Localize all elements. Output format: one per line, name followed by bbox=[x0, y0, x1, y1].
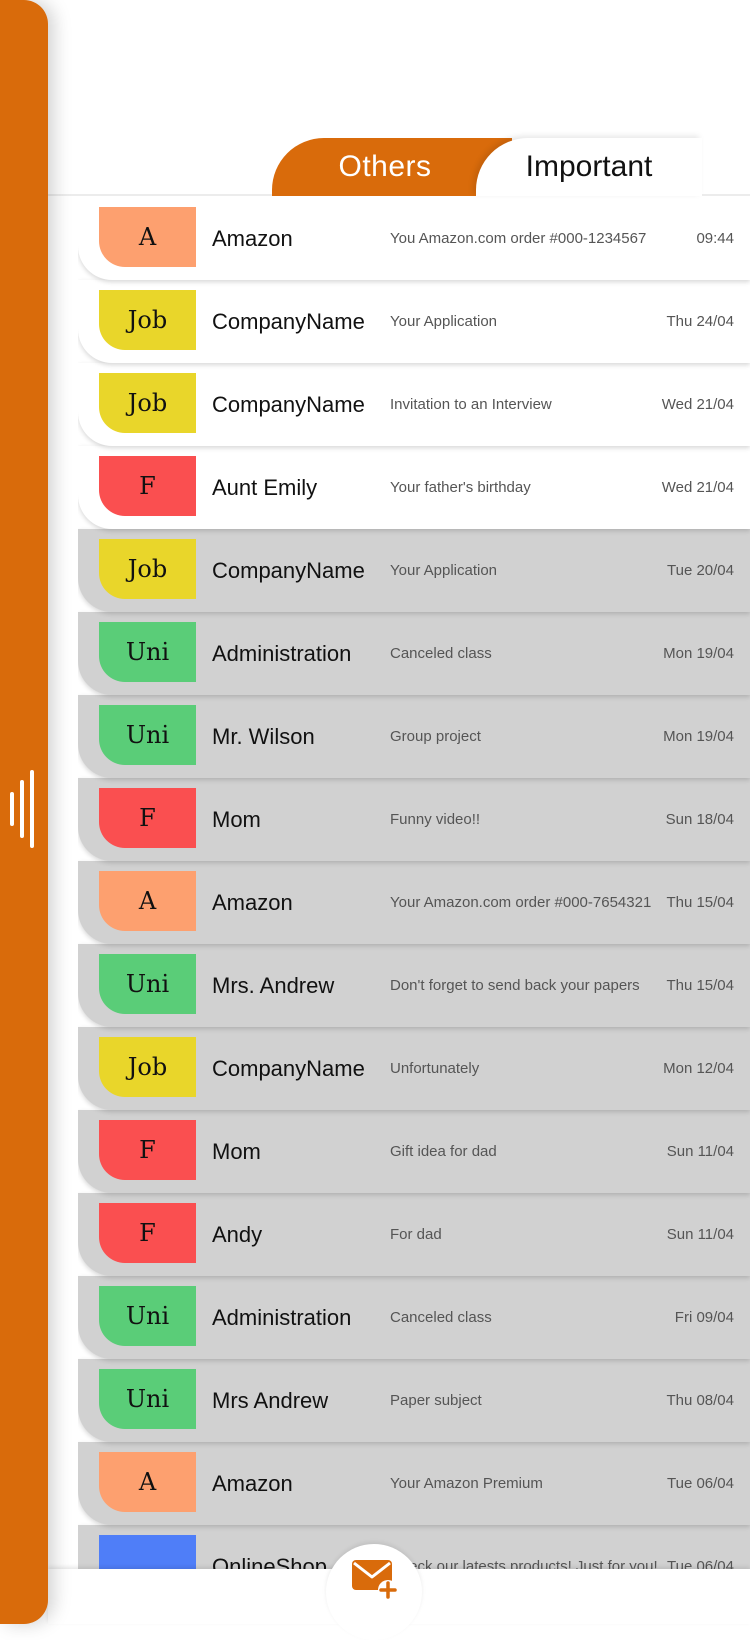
email-sender: CompanyName bbox=[212, 391, 365, 417]
email-row[interactable]: Job CompanyName Your Application Thu 24/04 bbox=[78, 280, 750, 363]
email-row[interactable]: OnlineShop Check our latests products! Ju… bbox=[78, 1525, 750, 1569]
email-date: Tue 20/04 bbox=[667, 562, 734, 579]
email-row[interactable]: Job CompanyName Your Application Tue 20/04 bbox=[78, 529, 750, 612]
email-sender: Mrs Andrew bbox=[212, 1387, 329, 1413]
email-subject: You Amazon.com order #000-1234567 bbox=[390, 230, 647, 247]
email-date: Sun 11/04 bbox=[666, 1226, 734, 1243]
email-row[interactable]: A Amazon Your Amazon Premium Tue 06/04 bbox=[78, 1442, 750, 1525]
email-row[interactable]: Uni Mr. Wilson Group project Mon 19/04 bbox=[78, 695, 750, 778]
email-date: Wed 21/04 bbox=[661, 479, 734, 496]
sidebar[interactable] bbox=[0, 0, 48, 1624]
email-sender: Mr. Wilson bbox=[212, 723, 315, 749]
email-date: Sun 18/04 bbox=[665, 811, 734, 828]
email-subject: Group project bbox=[390, 728, 481, 745]
category-badge: F bbox=[99, 788, 196, 848]
email-date: Thu 24/04 bbox=[666, 313, 734, 330]
category-badge: A bbox=[99, 207, 196, 267]
category-badge: Job bbox=[99, 290, 196, 350]
tab-important[interactable]: Important bbox=[476, 138, 702, 196]
category-badge bbox=[99, 1535, 196, 1569]
email-sender: CompanyName bbox=[212, 308, 365, 334]
category-badge: Uni bbox=[99, 705, 196, 765]
category-badge: A bbox=[99, 1452, 196, 1512]
email-sender: CompanyName bbox=[212, 1055, 365, 1081]
category-badge: Job bbox=[99, 539, 196, 599]
email-subject: Canceled class bbox=[390, 645, 492, 662]
category-badge: F bbox=[99, 1203, 196, 1263]
email-row[interactable]: Job CompanyName Invitation to an Interview… bbox=[78, 363, 750, 446]
email-subject: Paper subject bbox=[390, 1392, 482, 1409]
email-date: Tue 06/04 bbox=[667, 1475, 734, 1492]
email-sender: CompanyName bbox=[212, 557, 365, 583]
email-sender: Mrs. Andrew bbox=[212, 972, 335, 998]
email-row[interactable]: Job CompanyName Unfortunately Mon 12/04 bbox=[78, 1027, 750, 1110]
email-date: Thu 08/04 bbox=[666, 1392, 734, 1409]
email-date: Mon 19/04 bbox=[663, 645, 734, 662]
email-date: Sun 11/04 bbox=[666, 1143, 734, 1160]
email-date: Thu 15/04 bbox=[666, 894, 734, 911]
email-sender: Amazon bbox=[212, 889, 293, 915]
email-subject: Gift idea for dad bbox=[390, 1143, 497, 1160]
email-row[interactable]: Uni Administration Canceled class Fri 09/04 bbox=[78, 1276, 750, 1359]
email-subject: Your Application bbox=[390, 313, 498, 330]
email-subject: For dad bbox=[390, 1226, 442, 1243]
email-row[interactable]: A Amazon You Amazon.com order #000-1234567… bbox=[78, 197, 750, 280]
email-subject: Your Amazon.com order #000-7654321 bbox=[390, 894, 652, 911]
email-list[interactable]: A Amazon You Amazon.com order #000-1234567… bbox=[78, 197, 750, 1569]
email-sender: Amazon bbox=[212, 1470, 293, 1496]
email-row[interactable]: Uni Administration Canceled class Mon 19/04 bbox=[78, 612, 750, 695]
mailbox-tabs: Others Important bbox=[272, 138, 702, 196]
email-sender: Mom bbox=[212, 1138, 261, 1164]
email-row[interactable]: F Andy For dad Sun 11/04 bbox=[78, 1193, 750, 1276]
email-date: 09:44 bbox=[696, 230, 734, 247]
category-badge: F bbox=[99, 456, 196, 516]
email-subject: Check our latests products! Just for you… bbox=[390, 1558, 658, 1569]
email-row[interactable]: F Mom Funny video!! Sun 18/04 bbox=[78, 778, 750, 861]
handle-bars-icon[interactable] bbox=[10, 770, 40, 848]
category-badge: Uni bbox=[99, 954, 196, 1014]
email-row[interactable]: A Amazon Your Amazon.com order #000-765432… bbox=[78, 861, 750, 944]
category-badge: Uni bbox=[99, 1369, 196, 1429]
category-badge: Job bbox=[99, 373, 196, 433]
email-sender: Mom bbox=[212, 806, 261, 832]
email-subject: Canceled class bbox=[390, 1309, 492, 1326]
email-date: Fri 09/04 bbox=[674, 1309, 734, 1326]
email-row[interactable]: F Mom Gift idea for dad Sun 11/04 bbox=[78, 1110, 750, 1193]
category-badge: A bbox=[99, 871, 196, 931]
category-badge: Uni bbox=[99, 622, 196, 682]
email-date: Wed 21/04 bbox=[661, 396, 734, 413]
email-sender: Administration bbox=[212, 640, 352, 666]
email-row[interactable]: Uni Mrs Andrew Paper subject Thu 08/04 bbox=[78, 1359, 750, 1442]
email-subject: Your father's birthday bbox=[390, 479, 531, 496]
email-date: Tue 06/04 bbox=[667, 1558, 734, 1569]
email-row[interactable]: Uni Mrs. Andrew Don't forget to send back … bbox=[78, 944, 750, 1027]
email-subject: Unfortunately bbox=[390, 1060, 480, 1077]
category-badge: Job bbox=[99, 1037, 196, 1097]
email-date: Thu 15/04 bbox=[666, 977, 734, 994]
email-subject: Invitation to an Interview bbox=[390, 396, 552, 413]
email-sender: Andy bbox=[212, 1221, 263, 1247]
category-badge: Uni bbox=[99, 1286, 196, 1346]
email-subject: Your Application bbox=[390, 562, 498, 579]
category-badge: F bbox=[99, 1120, 196, 1180]
mail-plus-icon bbox=[352, 1560, 398, 1600]
email-row[interactable]: F Aunt Emily Your father's birthday Wed 21/… bbox=[78, 446, 750, 529]
compose-button[interactable] bbox=[326, 1544, 422, 1640]
email-subject: Your Amazon Premium bbox=[390, 1475, 543, 1492]
email-date: Mon 19/04 bbox=[663, 728, 734, 745]
email-sender: OnlineShop bbox=[212, 1553, 327, 1570]
email-subject: Funny video!! bbox=[390, 811, 481, 828]
email-date: Mon 12/04 bbox=[663, 1060, 734, 1077]
email-sender: Aunt Emily bbox=[212, 474, 318, 500]
email-sender: Amazon bbox=[212, 225, 293, 251]
email-subject: Don't forget to send back your papers bbox=[390, 977, 640, 994]
email-sender: Administration bbox=[212, 1304, 352, 1330]
